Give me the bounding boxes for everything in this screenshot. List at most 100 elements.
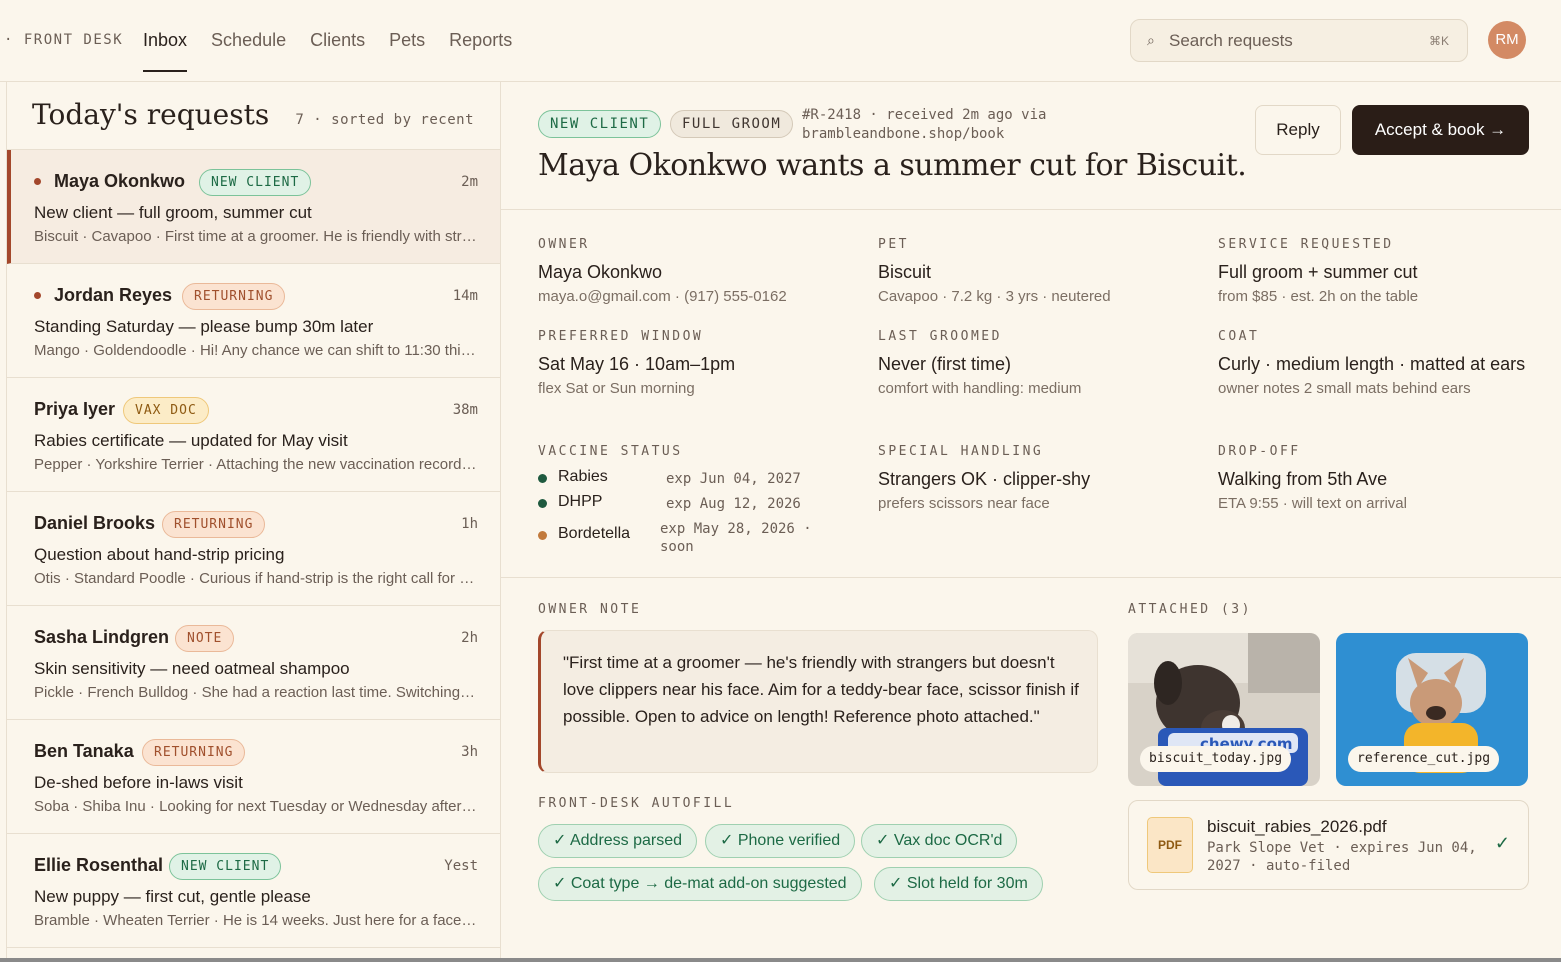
list-item[interactable]: Ben Tanaka RETURNING 3h De-shed before i… bbox=[7, 720, 500, 834]
dropoff-field: DROP-OFF Walking from 5th Ave ETA 9:55 ·… bbox=[1218, 444, 1538, 514]
reply-button[interactable]: Reply bbox=[1255, 105, 1341, 155]
status-badge: RETURNING bbox=[142, 739, 246, 766]
requester-name: Jordan Reyes bbox=[54, 285, 173, 305]
check-icon: ✓ bbox=[1494, 833, 1510, 853]
reference-source: brambleandbone.shop/book bbox=[802, 126, 1005, 142]
request-time: 2h bbox=[461, 630, 478, 646]
status-dot bbox=[538, 499, 547, 508]
request-time: 1h bbox=[461, 516, 478, 532]
window-value: Sat May 16 · 10am–1pm bbox=[538, 354, 736, 374]
requester-name: Priya Iyer bbox=[34, 399, 116, 419]
pdf-icon: PDF bbox=[1147, 817, 1193, 873]
service-value: Full groom + summer cut bbox=[1218, 262, 1418, 282]
coat-details: owner notes 2 small mats behind ears bbox=[1218, 380, 1471, 397]
last-groomed-label: LAST GROOMED bbox=[878, 329, 1002, 344]
status-dot bbox=[538, 531, 547, 540]
autofill-chip-slot[interactable]: ✓ Slot held for 30m bbox=[874, 867, 1043, 901]
pdf-filename: biscuit_rabies_2026.pdf bbox=[1207, 817, 1387, 836]
window-bottom-edge bbox=[0, 958, 1561, 962]
request-preview: Otis · Standard Poodle · Curious if hand… bbox=[34, 570, 479, 587]
status-dot bbox=[538, 474, 547, 483]
nav-clients[interactable]: Clients bbox=[310, 0, 365, 82]
list-item[interactable]: Priya Iyer VAX DOC 38m Rabies certificat… bbox=[7, 378, 500, 492]
service-details: from $85 · est. 2h on the table bbox=[1218, 288, 1419, 305]
vaccine-name: Rabies bbox=[558, 468, 608, 485]
request-subject: New client — full groom, summer cut bbox=[34, 203, 312, 222]
nav-reports[interactable]: Reports bbox=[449, 0, 512, 82]
owner-value: Maya Okonkwo bbox=[538, 262, 663, 282]
avatar[interactable]: RM bbox=[1488, 21, 1526, 59]
dropoff-value: Walking from 5th Ave bbox=[1218, 469, 1388, 489]
reference-id: #R-2418 · received 2m ago via bbox=[802, 107, 1047, 123]
request-preview: Pepper · Yorkshire Terrier · Attaching t… bbox=[34, 456, 479, 473]
requester-name: Maya Okonkwo bbox=[54, 171, 186, 191]
unread-dot bbox=[34, 178, 41, 185]
status-badge: VAX DOC bbox=[123, 397, 209, 424]
top-nav: · FRONT DESK Inbox Schedule Clients Pets… bbox=[0, 0, 1561, 82]
vaccine-name: DHPP bbox=[558, 493, 603, 510]
list-header: Today's requests 7 · sorted by recent bbox=[7, 82, 500, 150]
list-item[interactable]: Sasha Lindgren NOTE 2h Skin sensitivity … bbox=[7, 606, 500, 720]
vaccine-expiry: exp May 28, 2026 · soon bbox=[660, 521, 812, 555]
request-time: 38m bbox=[452, 402, 478, 418]
list-item[interactable]: Daniel Brooks RETURNING 1h Question abou… bbox=[7, 492, 500, 606]
window-details: flex Sat or Sun morning bbox=[538, 380, 695, 397]
request-detail: NEW CLIENT FULL GROOM #R-2418 · received… bbox=[501, 82, 1561, 958]
autofill-chip-coat[interactable]: ✓ Coat type → de-mat add-on suggested bbox=[538, 867, 862, 901]
window-field: PREFERRED WINDOW Sat May 16 · 10am–1pm f… bbox=[538, 329, 858, 399]
autofill-chip-address[interactable]: ✓ Address parsed bbox=[538, 824, 698, 858]
status-badge: NEW CLIENT bbox=[199, 169, 312, 196]
nav-inbox[interactable]: Inbox bbox=[143, 0, 188, 82]
search-shortcut: ⌘K bbox=[1428, 34, 1449, 48]
owner-contact: maya.o@gmail.com · (917) 555-0162 bbox=[538, 288, 787, 305]
request-subject: Question about hand-strip pricing bbox=[34, 545, 285, 564]
vaccine-label: VACCINE STATUS bbox=[538, 444, 683, 459]
pdf-details: Park Slope Vet · expires Jun 04, 2027 · … bbox=[1207, 840, 1477, 874]
handling-value: Strangers OK · clipper-shy bbox=[878, 469, 1091, 489]
request-subject: New puppy — first cut, gentle please bbox=[34, 887, 311, 906]
status-badge: NOTE bbox=[175, 625, 235, 652]
autofill-chip-vax[interactable]: ✓ Vax doc OCR'd bbox=[861, 824, 1018, 858]
autofill-chip-phone[interactable]: ✓ Phone verified bbox=[705, 824, 856, 858]
requester-name: Ellie Rosenthal bbox=[34, 855, 164, 875]
requester-name: Sasha Lindgren bbox=[34, 627, 170, 647]
dropoff-details: ETA 9:55 · will text on arrival bbox=[1218, 495, 1407, 512]
attached-label: ATTACHED (3) bbox=[1128, 602, 1252, 617]
list-item[interactable]: Jordan Reyes RETURNING 14m Standing Satu… bbox=[7, 264, 500, 378]
pet-field: PET Biscuit Cavapoo · 7.2 kg · 3 yrs · n… bbox=[878, 237, 1198, 307]
attachment-filename: biscuit_today.jpg bbox=[1140, 746, 1292, 772]
list-item[interactable]: Ellie Rosenthal NEW CLIENT Yest New pupp… bbox=[7, 834, 500, 948]
last-groomed-field: LAST GROOMED Never (first time) comfort … bbox=[878, 329, 1198, 399]
vaccine-row: DHPP exp Aug 12, 2026 bbox=[538, 492, 838, 517]
service-badge: FULL GROOM bbox=[670, 110, 794, 138]
nav-schedule[interactable]: Schedule bbox=[211, 0, 286, 82]
pet-value: Biscuit bbox=[878, 262, 932, 282]
search-box[interactable]: ⌕ ⌘K bbox=[1130, 19, 1468, 62]
last-groomed-details: comfort with handling: medium bbox=[878, 380, 1082, 397]
nav-pets[interactable]: Pets bbox=[389, 0, 425, 82]
request-subject: De-shed before in-laws visit bbox=[34, 773, 243, 792]
list-meta: 7 · sorted by recent bbox=[295, 112, 474, 128]
page-title: Maya Okonkwo wants a summer cut for Bisc… bbox=[538, 148, 1247, 183]
service-label: SERVICE REQUESTED bbox=[1218, 237, 1394, 252]
status-badge: RETURNING bbox=[182, 283, 286, 310]
request-preview: Mango · Goldendoodle · Hi! Any chance we… bbox=[34, 342, 479, 359]
attachment-filename: reference_cut.jpg bbox=[1348, 746, 1500, 772]
list-title: Today's requests bbox=[32, 98, 270, 131]
coat-label: COAT bbox=[1218, 329, 1260, 344]
attachment-photo-reference[interactable]: reference_cut.jpg bbox=[1336, 633, 1528, 786]
window-label: PREFERRED WINDOW bbox=[538, 329, 704, 344]
request-time: 14m bbox=[452, 288, 478, 304]
vaccine-row: Bordetella exp May 28, 2026 · soon bbox=[538, 517, 838, 561]
request-reference: #R-2418 · received 2m ago via brambleand… bbox=[802, 106, 1046, 144]
attachment-pdf[interactable]: PDF biscuit_rabies_2026.pdf Park Slope V… bbox=[1128, 800, 1529, 890]
list-item[interactable]: Maya Okonkwo NEW CLIENT 2m New client — … bbox=[7, 150, 500, 264]
attachment-photo-today[interactable]: chewy.com biscuit_today.jpg bbox=[1128, 633, 1320, 786]
handling-details: prefers scissors near face bbox=[878, 495, 1050, 512]
search-input[interactable] bbox=[1169, 28, 1419, 54]
accept-book-button[interactable]: Accept & book → bbox=[1352, 105, 1529, 155]
request-preview: Biscuit · Cavapoo · First time at a groo… bbox=[34, 228, 479, 245]
request-preview: Bramble · Wheaten Terrier · He is 14 wee… bbox=[34, 912, 479, 929]
status-badge: NEW CLIENT bbox=[169, 853, 282, 880]
request-subject: Skin sensitivity — need oatmeal shampoo bbox=[34, 659, 350, 678]
